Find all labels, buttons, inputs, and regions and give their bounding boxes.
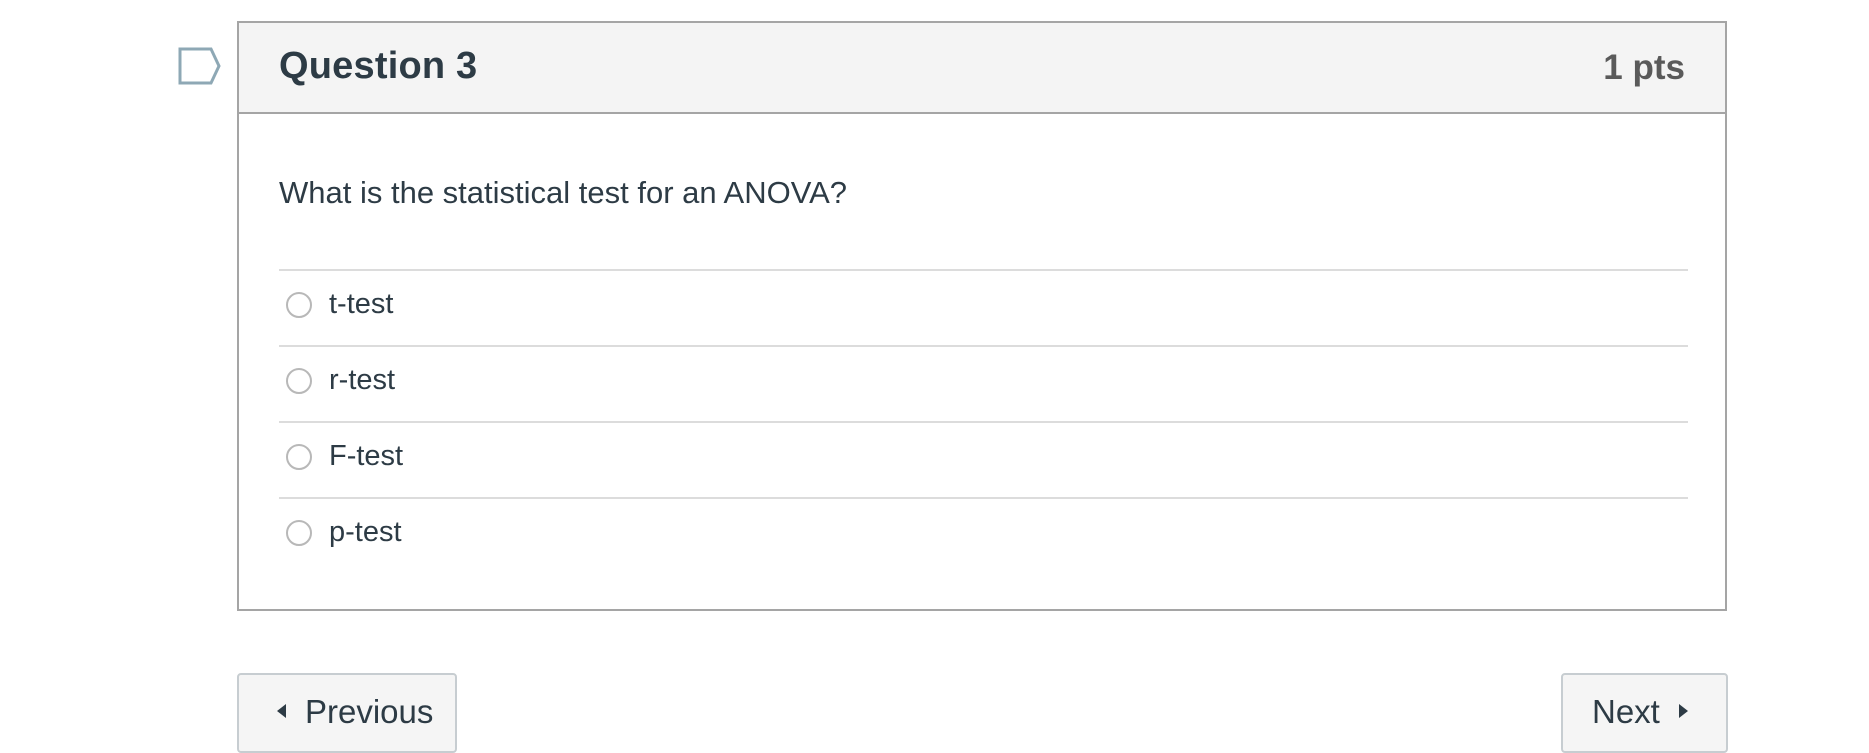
radio-button[interactable] xyxy=(286,368,312,394)
previous-button[interactable]: Previous xyxy=(237,673,457,753)
next-label: Next xyxy=(1592,693,1660,730)
answer-label[interactable]: p-test xyxy=(329,516,402,549)
answer-label[interactable]: r-test xyxy=(329,364,395,397)
radio-button[interactable] xyxy=(286,292,312,318)
answer-option-r-test[interactable]: r-test xyxy=(279,345,1688,421)
caret-left-icon xyxy=(277,704,286,718)
question-card: Question 3 1 pts What is the statistical… xyxy=(237,21,1727,611)
caret-right-icon xyxy=(1678,704,1688,718)
answer-label[interactable]: t-test xyxy=(329,288,393,321)
answer-option-f-test[interactable]: F-test xyxy=(279,421,1688,497)
radio-button[interactable] xyxy=(286,520,312,546)
answer-list: t-test r-test F-test p-test xyxy=(279,269,1688,573)
answer-option-p-test[interactable]: p-test xyxy=(279,497,1688,573)
question-points: 1 pts xyxy=(1603,48,1685,87)
question-header: Question 3 1 pts xyxy=(239,23,1725,114)
question-text: What is the statistical test for an ANOV… xyxy=(279,175,847,210)
radio-button[interactable] xyxy=(286,444,312,470)
flag-question-icon[interactable] xyxy=(178,47,222,85)
answer-label[interactable]: F-test xyxy=(329,440,403,473)
next-button[interactable]: Next xyxy=(1561,673,1728,753)
answer-option-t-test[interactable]: t-test xyxy=(279,269,1688,345)
previous-label: Previous xyxy=(305,693,434,730)
question-title: Question 3 xyxy=(279,45,478,87)
